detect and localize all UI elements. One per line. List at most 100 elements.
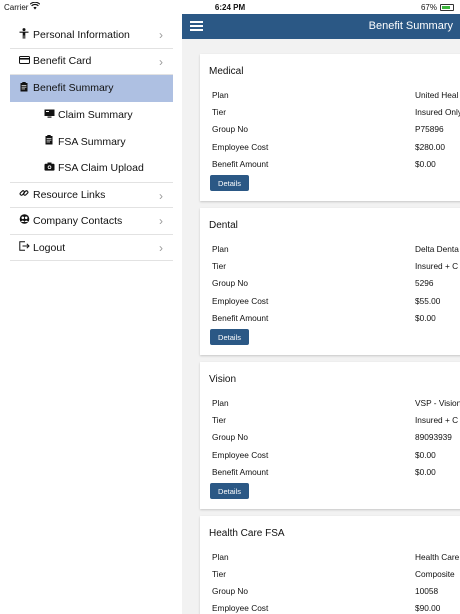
- details-button[interactable]: Details: [210, 175, 249, 191]
- group-no-row: Group No P75896: [212, 124, 460, 136]
- plan-row: Plan Health Care: [212, 552, 460, 564]
- row-label: Group No: [212, 586, 248, 596]
- row-label: Employee Cost: [212, 296, 269, 306]
- medical-card: Medical Plan United Heal Tier Insured Only…: [200, 54, 460, 201]
- sidebar-item-label: Logout: [33, 241, 66, 254]
- row-label: Benefit Amount: [212, 467, 269, 477]
- row-value: Health Care: [415, 552, 460, 562]
- sidebar-item-label: Resource Links: [33, 188, 106, 201]
- row-value: 10058: [415, 586, 439, 596]
- plan-row: Plan United Heal: [212, 90, 460, 102]
- sidebar-item-personal-information[interactable]: Personal Information ›: [10, 22, 173, 49]
- row-label: Tier: [212, 415, 226, 425]
- sidebar-item-fsa-claim-upload[interactable]: FSA Claim Upload: [10, 155, 173, 182]
- sidebar-item-label: Claim Summary: [58, 109, 133, 122]
- sidebar-item-company-contacts[interactable]: Company Contacts ›: [10, 208, 173, 235]
- contacts-icon: [18, 214, 30, 227]
- card-icon: [18, 55, 30, 67]
- row-label: Employee Cost: [212, 142, 269, 152]
- chevron-right-icon: ›: [159, 54, 163, 69]
- chevron-right-icon: ›: [159, 28, 163, 42]
- row-label: Tier: [212, 261, 226, 271]
- card-title: Vision: [209, 374, 237, 385]
- card-title: Health Care FSA: [209, 528, 285, 539]
- sidebar-item-label: Benefit Card: [33, 55, 92, 68]
- sidebar-item-logout[interactable]: Logout ›: [10, 235, 173, 262]
- details-button[interactable]: Details: [210, 483, 249, 499]
- chevron-right-icon: ›: [159, 214, 163, 229]
- camera-icon: [43, 162, 55, 174]
- row-value: $0.00: [415, 467, 436, 477]
- sidebar-item-label: Personal Information: [33, 28, 130, 41]
- sidebar-item-claim-summary[interactable]: Claim Summary: [10, 102, 173, 129]
- employee-cost-row: Employee Cost $90.00: [212, 603, 460, 614]
- row-value: Insured Only: [415, 107, 460, 117]
- benefit-amount-row: Benefit Amount $0.00: [212, 467, 460, 479]
- row-label: Employee Cost: [212, 603, 269, 613]
- chevron-right-icon: ›: [159, 188, 163, 203]
- row-value: Insured + C: [415, 261, 459, 271]
- row-label: Plan: [212, 552, 229, 562]
- row-label: Plan: [212, 244, 229, 254]
- link-icon: [18, 188, 30, 201]
- row-label: Group No: [212, 432, 248, 442]
- row-value: Composite: [415, 569, 455, 579]
- dental-card: Dental Plan Delta Denta Tier Insured + C G…: [200, 208, 460, 355]
- tier-row: Tier Insured Only: [212, 107, 460, 119]
- hamburger-menu-icon[interactable]: [190, 21, 203, 31]
- row-value: $280.00: [415, 142, 445, 152]
- sidebar-item-benefit-summary[interactable]: Benefit Summary: [10, 75, 173, 102]
- row-label: Employee Cost: [212, 450, 269, 460]
- row-label: Tier: [212, 569, 226, 579]
- tier-row: Tier Insured + C: [212, 415, 460, 427]
- row-label: Benefit Amount: [212, 313, 269, 323]
- sidebar-item-resource-links[interactable]: Resource Links ›: [10, 181, 173, 209]
- row-value: $0.00: [415, 313, 436, 323]
- sidebar-item-benefit-card[interactable]: Benefit Card ›: [10, 49, 173, 76]
- logout-icon: [18, 241, 30, 254]
- row-label: Group No: [212, 278, 248, 288]
- sidebar-item-label: FSA Summary: [58, 135, 126, 148]
- employee-cost-row: Employee Cost $280.00: [212, 142, 460, 154]
- row-value: VSP - Vision: [415, 398, 460, 408]
- row-label: Benefit Amount: [212, 159, 269, 169]
- clipboard-icon: [18, 81, 30, 95]
- group-no-row: Group No 10058: [212, 586, 460, 598]
- row-value: 5296: [415, 278, 434, 288]
- sidebar-menu: Personal Information › Benefit Card › Be…: [10, 22, 173, 262]
- battery-percent: 67%: [420, 3, 437, 12]
- main-content: Benefit Summary Medical Plan United Heal …: [182, 14, 460, 614]
- vision-card: Vision Plan VSP - Vision Tier Insured + C …: [200, 362, 460, 509]
- row-value: $90.00: [415, 603, 441, 613]
- row-value: P75896: [415, 124, 444, 134]
- benefit-amount-row: Benefit Amount $0.00: [212, 159, 460, 171]
- row-value: $55.00: [415, 296, 441, 306]
- row-value: Insured + C: [415, 415, 459, 425]
- person-icon: [18, 27, 30, 42]
- benefit-amount-row: Benefit Amount $0.00: [212, 313, 460, 325]
- row-label: Plan: [212, 398, 229, 408]
- battery-icon: [440, 4, 454, 11]
- row-label: Group No: [212, 124, 248, 134]
- employee-cost-row: Employee Cost $0.00: [212, 450, 460, 462]
- card-title: Medical: [209, 66, 244, 77]
- row-value: United Heal: [415, 90, 459, 100]
- tier-row: Tier Composite: [212, 569, 460, 581]
- plan-row: Plan Delta Denta: [212, 244, 460, 256]
- app-header: Benefit Summary: [182, 14, 460, 39]
- tier-row: Tier Insured + C: [212, 261, 460, 273]
- clock: 6:24 PM: [214, 3, 246, 12]
- sidebar-item-label: FSA Claim Upload: [58, 162, 144, 175]
- plan-row: Plan VSP - Vision: [212, 398, 460, 410]
- sidebar-item-label: Benefit Summary: [33, 82, 114, 95]
- group-no-row: Group No 89093939: [212, 432, 460, 444]
- card-title: Dental: [209, 220, 238, 231]
- row-value: Delta Denta: [415, 244, 459, 254]
- details-button[interactable]: Details: [210, 329, 249, 345]
- battery-indicator: 67%: [421, 3, 454, 12]
- sidebar-item-label: Company Contacts: [33, 214, 123, 227]
- sidebar-item-fsa-summary[interactable]: FSA Summary: [10, 128, 173, 155]
- chevron-right-icon: ›: [159, 240, 163, 255]
- employee-cost-row: Employee Cost $55.00: [212, 296, 460, 308]
- row-value: $0.00: [415, 450, 436, 460]
